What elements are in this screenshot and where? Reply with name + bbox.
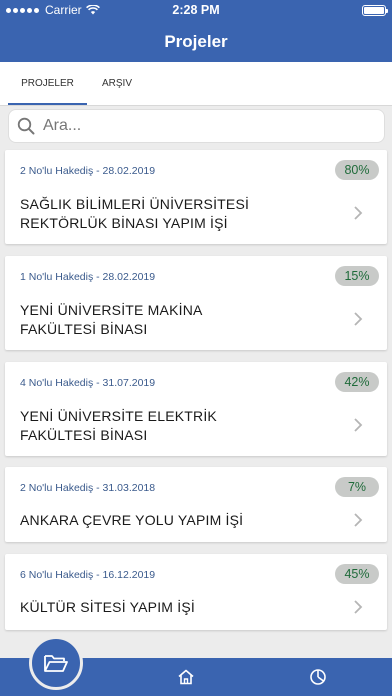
project-card[interactable]: 1 No'lu Hakediş - 28.02.2019 15% YENİ ÜN… [5, 256, 387, 350]
pie-chart-icon[interactable] [309, 668, 327, 686]
navigation-bar: Carrier 2:28 PM Projeler [0, 0, 392, 62]
progress-badge: 7% [335, 477, 379, 497]
status-right [362, 4, 388, 16]
project-meta: 4 No'lu Hakediş - 31.07.2019 [20, 377, 156, 389]
active-tab-indicator [8, 103, 87, 105]
folder-open-icon [44, 655, 68, 672]
chevron-right-icon [354, 206, 363, 220]
project-name: SAĞLIK BİLİMLERİ ÜNİVERSİTESİ REKTÖRLÜK … [20, 195, 340, 233]
tab-bar-top: PROJELER ARŞIV [0, 62, 392, 106]
project-name: YENİ ÜNİVERSİTE ELEKTRİK FAKÜLTESİ BİNAS… [20, 407, 340, 445]
project-meta: 1 No'lu Hakediş - 28.02.2019 [20, 271, 156, 283]
project-name-line2: FAKÜLTESİ BİNASI [20, 321, 148, 337]
project-meta: 2 No'lu Hakediş - 31.03.2018 [20, 482, 156, 494]
project-card[interactable]: 2 No'lu Hakediş - 28.02.2019 80% SAĞLIK … [5, 150, 387, 244]
project-card[interactable]: 6 No'lu Hakediş - 16.12.2019 45% KÜLTÜR … [5, 554, 387, 630]
chevron-right-icon [354, 312, 363, 326]
tab-projeler[interactable]: PROJELER [8, 62, 87, 106]
search-input[interactable] [43, 117, 363, 135]
project-name: YENİ ÜNİVERSİTE MAKİNA FAKÜLTESİ BİNASI [20, 301, 340, 339]
project-name-line1: SAĞLIK BİLİMLERİ ÜNİVERSİTESİ [20, 196, 250, 212]
project-name-line2: REKTÖRLÜK BİNASI YAPIM İŞİ [20, 215, 228, 231]
project-name: ANKARA ÇEVRE YOLU YAPIM İŞİ [20, 511, 340, 530]
search-icon [17, 117, 35, 135]
search-bar[interactable] [8, 109, 385, 143]
project-name-line1: KÜLTÜR SİTESİ YAPIM İŞİ [20, 599, 195, 615]
chevron-right-icon [354, 418, 363, 432]
progress-badge: 42% [335, 372, 379, 392]
home-icon[interactable] [177, 668, 195, 686]
project-name-line1: ANKARA ÇEVRE YOLU YAPIM İŞİ [20, 512, 244, 528]
project-name: KÜLTÜR SİTESİ YAPIM İŞİ [20, 598, 340, 617]
progress-badge: 15% [335, 266, 379, 286]
project-name-line1: YENİ ÜNİVERSİTE MAKİNA [20, 302, 203, 318]
project-card[interactable]: 4 No'lu Hakediş - 31.07.2019 42% YENİ ÜN… [5, 362, 387, 456]
project-card[interactable]: 2 No'lu Hakediş - 31.03.2018 7% ANKARA Ç… [5, 467, 387, 542]
tab-arsiv[interactable]: ARŞIV [87, 62, 147, 106]
folder-button[interactable] [29, 636, 83, 690]
project-meta: 6 No'lu Hakediş - 16.12.2019 [20, 569, 156, 581]
project-name-line2: FAKÜLTESİ BİNASI [20, 427, 148, 443]
project-name-line1: YENİ ÜNİVERSİTE ELEKTRİK [20, 408, 217, 424]
progress-badge: 45% [335, 564, 379, 584]
battery-icon [362, 4, 388, 16]
chevron-right-icon [354, 600, 363, 614]
progress-badge: 80% [335, 160, 379, 180]
page-title: Projeler [164, 32, 228, 51]
chevron-right-icon [354, 513, 363, 527]
status-time: 2:28 PM [172, 3, 220, 17]
project-meta: 2 No'lu Hakediş - 28.02.2019 [20, 165, 156, 177]
status-bar: Carrier 2:28 PM [0, 0, 392, 20]
